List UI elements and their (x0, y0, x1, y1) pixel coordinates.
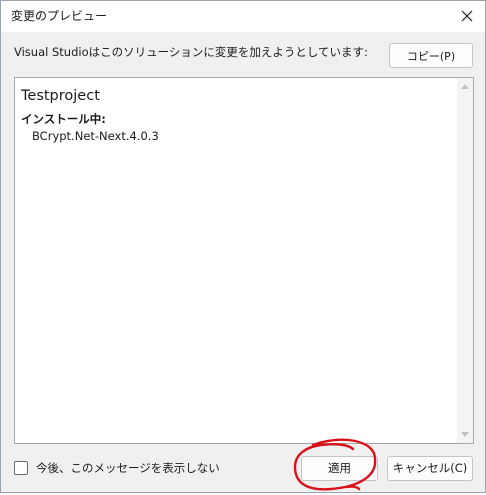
cancel-button[interactable]: キャンセル(C) (387, 456, 473, 481)
dialog-title: 変更のプレビュー (11, 9, 108, 23)
title-bar: 変更のプレビュー (1, 1, 485, 32)
preview-changes-dialog: 変更のプレビュー Visual Studioはこのソリューションに変更を加えよう… (0, 0, 486, 493)
installing-section-title: インストール中: (21, 112, 106, 126)
close-button[interactable] (453, 3, 481, 29)
change-prompt-text: Visual Studioはこのソリューションに変更を加えようとしています: (14, 45, 368, 59)
dont-show-again-checkbox[interactable] (14, 461, 28, 475)
apply-button[interactable]: 適用 (301, 456, 378, 481)
changes-preview-area[interactable]: Testproject インストール中: BCrypt.Net-Next.4.0… (14, 77, 474, 444)
dont-show-again-label: 今後、このメッセージを表示しない (36, 461, 220, 475)
package-item: BCrypt.Net-Next.4.0.3 (32, 129, 159, 143)
scroll-down-arrow-icon[interactable] (461, 432, 469, 437)
copy-button[interactable]: コピー(P) (389, 43, 473, 68)
scroll-up-arrow-icon[interactable] (461, 84, 469, 89)
project-name: Testproject (21, 88, 100, 104)
vertical-scrollbar[interactable] (457, 78, 473, 443)
close-icon (461, 10, 473, 22)
